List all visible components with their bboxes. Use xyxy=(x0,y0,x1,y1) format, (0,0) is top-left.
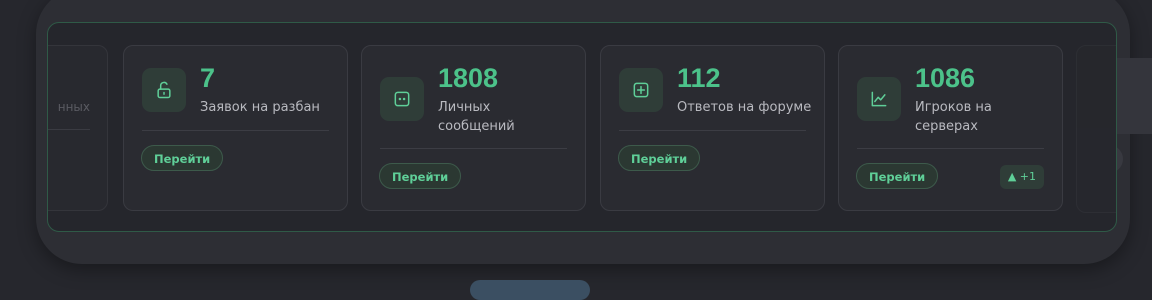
stat-card-forum-replies[interactable]: 112 Ответов на форуме Перейти xyxy=(600,45,825,211)
stat-label: нных xyxy=(57,100,90,114)
line-chart-icon xyxy=(857,77,901,121)
message-square-icon xyxy=(380,77,424,121)
background-button[interactable] xyxy=(470,280,590,300)
go-button[interactable]: Перейти xyxy=(379,163,462,189)
card-divider xyxy=(619,130,806,131)
stat-label: Ответов на форуме xyxy=(677,100,812,115)
card-divider xyxy=(48,129,90,130)
go-button[interactable]: Перейти xyxy=(141,145,224,171)
lock-open-icon xyxy=(142,68,186,112)
stat-label: Игроков на серверах xyxy=(915,100,992,134)
stat-label: Заявок на разбан xyxy=(200,100,320,115)
go-button[interactable]: Перейти xyxy=(856,163,939,189)
stat-card-private-messages[interactable]: 1808 Личных сообщений Перейти xyxy=(361,45,586,211)
stat-value: 7 xyxy=(200,63,216,93)
stats-carousel: нных 7 Заявок на разбан Перейти 1808 Лич… xyxy=(47,22,1117,232)
stat-card-server-players[interactable]: 1086 Игроков на серверах Перейти ▲ +1 xyxy=(838,45,1063,211)
stat-card-partial-left[interactable]: нных xyxy=(48,45,108,211)
go-button[interactable]: Перейти xyxy=(618,145,701,171)
stat-card-unban-requests[interactable]: 7 Заявок на разбан Перейти xyxy=(123,45,348,211)
stat-value: 1808 xyxy=(438,63,499,93)
stat-card-partial-right[interactable] xyxy=(1076,45,1116,213)
stat-value: 1086 xyxy=(915,63,976,93)
stat-label: Личных сообщений xyxy=(438,100,515,134)
trend-badge: ▲ +1 xyxy=(999,165,1044,189)
card-divider xyxy=(142,130,329,131)
stat-value: 112 xyxy=(677,63,721,93)
plus-square-icon xyxy=(619,68,663,112)
card-divider xyxy=(857,148,1044,149)
card-divider xyxy=(380,148,567,149)
